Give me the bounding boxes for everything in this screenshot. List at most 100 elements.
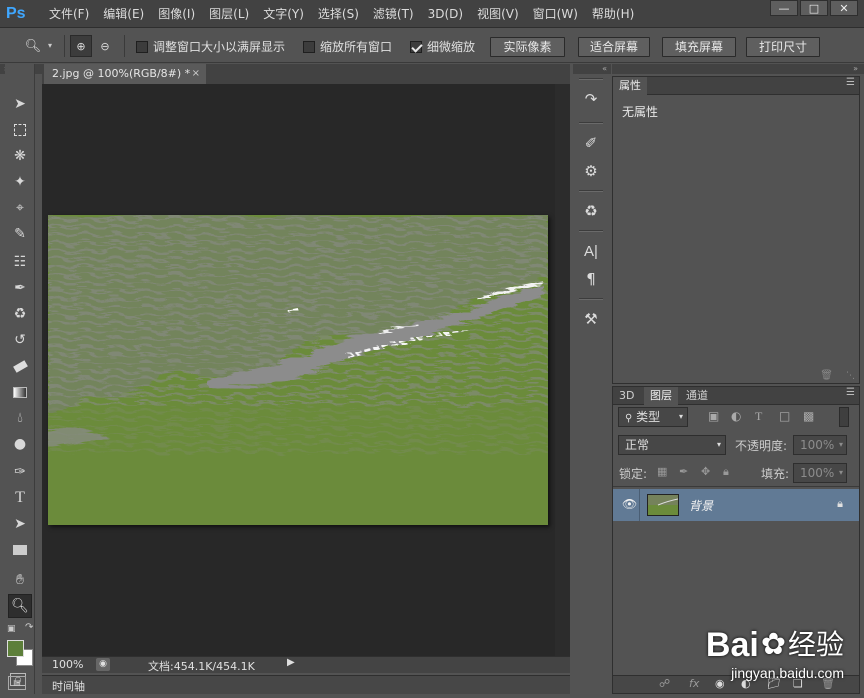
type-filter-icon[interactable]: T <box>755 409 762 424</box>
resize-window-checkbox[interactable]: 调整窗口大小以满屏显示 <box>136 38 285 55</box>
history-panel-button[interactable]: ↷ <box>578 86 604 112</box>
zoom-tool[interactable]: 🔍︎ <box>8 594 32 618</box>
layer-name[interactable]: 背景 <box>689 497 713 514</box>
layer-style-icon[interactable]: fx <box>689 677 699 690</box>
healing-brush-tool[interactable]: ☷ <box>8 250 32 274</box>
lock-position-icon[interactable]: ✥ <box>701 465 710 478</box>
clone-source-button[interactable]: ⚙ <box>578 158 604 184</box>
clone-stamp-tool[interactable]: ♻ <box>8 302 32 326</box>
menu-image[interactable]: 图像(I) <box>151 0 202 28</box>
share-icon[interactable]: ◉ <box>96 658 110 671</box>
path-selection-tool[interactable]: ➤ <box>8 512 32 536</box>
checkbox-box[interactable] <box>410 40 422 53</box>
resize-grip-icon[interactable]: ⋱ <box>846 371 855 381</box>
menu-layer[interactable]: 图层(L) <box>202 0 256 28</box>
trash-icon[interactable]: 🗑︎ <box>820 370 833 381</box>
hand-tool[interactable]: ✋︎ <box>8 568 32 592</box>
scrubby-zoom-checkbox[interactable]: 细微缩放 <box>410 38 475 55</box>
filter-toggle-switch[interactable] <box>839 407 849 427</box>
maximize-button[interactable]: □ <box>800 0 828 16</box>
adjustment-filter-icon[interactable]: ◐ <box>731 409 741 423</box>
rectangle-tool[interactable] <box>8 538 32 562</box>
menu-file[interactable]: 文件(F) <box>42 0 96 28</box>
vertical-scrollbar[interactable] <box>555 84 570 656</box>
status-menu-arrow-icon[interactable]: ▶ <box>287 657 295 668</box>
magic-wand-tool[interactable]: ✦ <box>8 170 32 194</box>
paragraph-panel-button[interactable]: ¶ <box>578 266 604 292</box>
timeline-panel[interactable]: 时间轴 <box>42 675 570 694</box>
close-button[interactable]: ✕ <box>830 0 858 16</box>
brush-presets-button[interactable]: ✐ <box>578 130 604 156</box>
checkbox-box[interactable] <box>303 40 315 53</box>
menu-filter[interactable]: 滤镜(T) <box>366 0 421 28</box>
menu-3d[interactable]: 3D(D) <box>421 0 470 28</box>
new-group-icon[interactable]: 📁︎ <box>767 677 781 690</box>
panel-menu-icon[interactable]: ☰ <box>846 77 855 88</box>
delete-layer-icon[interactable]: 🗑︎ <box>821 677 835 690</box>
type-tool[interactable]: T <box>8 486 32 510</box>
close-document-icon[interactable]: × <box>192 64 200 84</box>
chevron-down-icon[interactable]: ▾ <box>48 41 52 50</box>
fit-screen-button[interactable]: 适合屏幕 <box>578 37 650 57</box>
lasso-tool[interactable]: ❋ <box>8 144 32 168</box>
gradient-tool[interactable] <box>8 380 32 404</box>
document-image[interactable] <box>48 215 548 525</box>
blend-mode-dropdown[interactable]: 正常 ▾ <box>618 435 726 455</box>
eraser-tool[interactable] <box>8 354 32 378</box>
pen-tool[interactable]: ✑ <box>8 460 32 484</box>
shape-filter-icon[interactable]: □ <box>779 409 790 423</box>
crop-tool[interactable]: ⌖ <box>8 196 32 220</box>
zoom-in-button[interactable]: ⊕ <box>70 35 92 57</box>
marquee-tool[interactable] <box>8 118 32 142</box>
link-layers-icon[interactable]: ☍ <box>659 677 670 690</box>
fill-input[interactable]: 100% ▾ <box>793 463 847 483</box>
menu-type[interactable]: 文字(Y) <box>256 0 311 28</box>
panels-collapse-bar[interactable]: » <box>612 64 864 74</box>
menu-edit[interactable]: 编辑(E) <box>96 0 151 28</box>
lock-transparent-icon[interactable]: ▦ <box>657 465 667 478</box>
zoom-out-button[interactable]: ⊖ <box>94 35 116 57</box>
menu-select[interactable]: 选择(S) <box>311 0 366 28</box>
menu-help[interactable]: 帮助(H) <box>585 0 641 28</box>
default-colors-icon[interactable]: ▣ <box>7 624 16 634</box>
brush-tool[interactable]: ✒ <box>8 276 32 300</box>
tab-layers[interactable]: 图层 <box>644 387 678 405</box>
print-size-button[interactable]: 打印尺寸 <box>746 37 820 57</box>
new-layer-icon[interactable]: ❏ <box>793 677 803 690</box>
document-tab[interactable]: 2.jpg @ 100%(RGB/8#) * × <box>44 64 206 84</box>
smart-object-filter-icon[interactable]: ▩ <box>803 409 814 423</box>
eye-icon[interactable]: 👁︎ <box>622 497 637 511</box>
character-panel-button[interactable]: A| <box>578 238 604 264</box>
lock-all-icon[interactable]: 🔒︎ <box>723 465 729 479</box>
foreground-color-swatch[interactable] <box>7 640 24 657</box>
tab-properties[interactable]: 属性 <box>613 77 647 95</box>
tab-channels[interactable]: 通道 <box>680 387 714 405</box>
zoom-tool-preset-picker[interactable]: 🔍︎ <box>22 35 44 57</box>
opacity-input[interactable]: 100% ▾ <box>793 435 847 455</box>
blur-tool[interactable]: 💧︎ <box>8 406 32 430</box>
menu-window[interactable]: 窗口(W) <box>526 0 585 28</box>
tools-panel-button[interactable]: ⚒ <box>578 306 604 332</box>
zoom-level[interactable]: 100% <box>52 658 83 671</box>
swap-colors-icon[interactable]: ↷ <box>25 622 33 633</box>
menu-view[interactable]: 视图(V) <box>470 0 526 28</box>
actual-pixels-button[interactable]: 实际像素 <box>490 37 565 57</box>
minimize-button[interactable]: — <box>770 0 798 16</box>
adjustment-layer-icon[interactable]: ◐ <box>741 677 751 690</box>
eyedropper-tool[interactable]: ✎ <box>8 222 32 246</box>
dodge-tool[interactable]: ● <box>8 432 32 456</box>
fill-screen-button[interactable]: 填充屏幕 <box>662 37 736 57</box>
lock-image-icon[interactable]: ✒ <box>679 465 688 478</box>
iconstrip-collapse-bar[interactable]: « <box>573 64 611 74</box>
zoom-all-windows-checkbox[interactable]: 缩放所有窗口 <box>303 38 392 55</box>
add-mask-icon[interactable]: ◉ <box>715 677 725 690</box>
history-brush-tool[interactable]: ↺ <box>8 328 32 352</box>
layer-filter-dropdown[interactable]: ⚲ 类型 ▾ <box>618 407 688 427</box>
timeline-label[interactable]: 时间轴 <box>52 678 85 694</box>
tab-3d[interactable]: 3D <box>613 387 640 405</box>
checkbox-box[interactable] <box>136 40 148 53</box>
move-tool[interactable]: ➤ <box>8 92 32 116</box>
tool-presets-button[interactable]: ♻ <box>578 198 604 224</box>
pixel-filter-icon[interactable]: ▣ <box>708 409 719 423</box>
screen-mode-button[interactable]: ▤ <box>8 676 26 690</box>
